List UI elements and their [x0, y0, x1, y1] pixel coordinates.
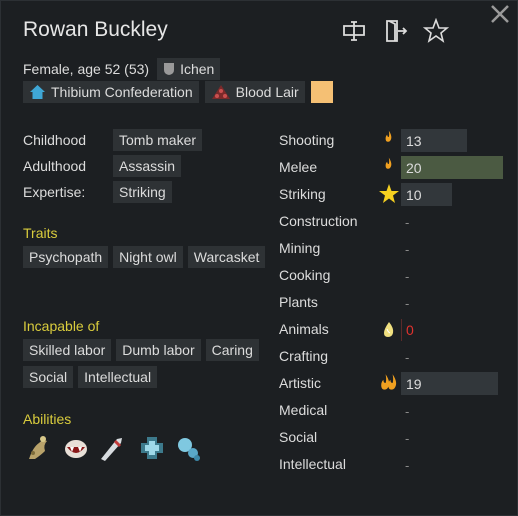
- expertise-label: Expertise:: [23, 184, 86, 200]
- faction-label: Thibium Confederation: [51, 84, 193, 100]
- childhood-chip[interactable]: Tomb maker: [113, 129, 203, 151]
- faction-chip[interactable]: Thibium Confederation: [23, 81, 199, 103]
- xenotype-chip[interactable]: Blood Lair: [204, 81, 305, 103]
- pawn-description: Female, age 52 (53): [23, 61, 150, 77]
- ideology-label: Ichen: [180, 61, 215, 77]
- expertise-chip[interactable]: Striking: [113, 181, 172, 203]
- skill-name: Intellectual: [279, 456, 346, 472]
- rename-icon[interactable]: [341, 18, 367, 44]
- incapable-chip[interactable]: Skilled labor: [23, 339, 112, 361]
- character-panel: Rowan Buckley Female, age 52 (53) Ichen …: [0, 0, 518, 516]
- incapable-heading: Incapable of: [23, 318, 100, 334]
- minor-passion-icon: [385, 130, 392, 142]
- incapable-chip[interactable]: Intellectual: [78, 366, 158, 388]
- skill-name: Construction: [279, 213, 358, 229]
- skill-value: -: [405, 269, 410, 284]
- skill-name: Striking: [279, 186, 326, 202]
- traits-heading: Traits: [23, 225, 58, 241]
- skill-value: -: [405, 458, 410, 473]
- trait-chip[interactable]: Warcasket: [187, 246, 266, 268]
- skill-value: -: [405, 404, 410, 419]
- skill-value: 0: [401, 319, 414, 341]
- skill-bar[interactable]: 20: [401, 156, 503, 179]
- skill-value: -: [405, 242, 410, 257]
- adulthood-label: Adulthood: [23, 158, 87, 174]
- medic-ability-icon[interactable]: [137, 433, 167, 463]
- close-icon[interactable]: [489, 3, 511, 25]
- favorite-star-icon[interactable]: [422, 17, 450, 44]
- major-passion-icon: [381, 374, 397, 390]
- spore-ability-icon[interactable]: [23, 433, 53, 463]
- apathy-icon: [384, 322, 394, 337]
- trait-chip[interactable]: Psychopath: [23, 246, 109, 268]
- skill-name: Shooting: [279, 132, 335, 148]
- pawn-name[interactable]: Rowan Buckley: [23, 18, 168, 42]
- skill-name: Cooking: [279, 267, 331, 283]
- adulthood-chip[interactable]: Assassin: [113, 155, 182, 177]
- incapable-chip[interactable]: Caring: [205, 339, 259, 361]
- skill-name: Crafting: [279, 348, 329, 364]
- skill-name: Plants: [279, 294, 318, 310]
- skill-name: Mining: [279, 240, 321, 256]
- xenotype-icon: [211, 85, 230, 99]
- skill-name: Artistic: [279, 375, 321, 391]
- skill-name: Social: [279, 429, 318, 445]
- ideology-icon: [164, 63, 175, 75]
- skill-name: Melee: [279, 159, 318, 175]
- skill-value: -: [405, 215, 410, 230]
- skill-name: Medical: [279, 402, 328, 418]
- skill-value: -: [405, 296, 410, 311]
- mechanite-ability-icon[interactable]: [173, 433, 203, 463]
- abilities-heading: Abilities: [23, 411, 72, 427]
- skill-value: -: [405, 350, 410, 365]
- skill-bar[interactable]: 13: [401, 129, 467, 152]
- ideology-chip[interactable]: Ichen: [157, 58, 221, 80]
- skill-bar[interactable]: 10: [401, 183, 452, 206]
- skill-bar[interactable]: 19: [401, 372, 498, 395]
- blade-ability-icon[interactable]: [97, 433, 127, 463]
- favorite-color-swatch: [310, 81, 333, 103]
- skill-name: Animals: [279, 321, 329, 337]
- childhood-label: Childhood: [23, 132, 87, 148]
- incapable-chip[interactable]: Dumb labor: [116, 339, 201, 361]
- minor-passion-icon: [385, 157, 392, 169]
- xenotype-label: Blood Lair: [235, 84, 299, 100]
- faction-house-icon: [30, 85, 45, 99]
- banish-icon[interactable]: [382, 18, 408, 44]
- expertise-star-icon: [379, 184, 399, 203]
- incapable-chip[interactable]: Social: [23, 366, 74, 388]
- skill-value: -: [405, 431, 410, 446]
- trait-chip[interactable]: Night owl: [113, 246, 183, 268]
- fang-ability-icon[interactable]: [61, 433, 91, 463]
